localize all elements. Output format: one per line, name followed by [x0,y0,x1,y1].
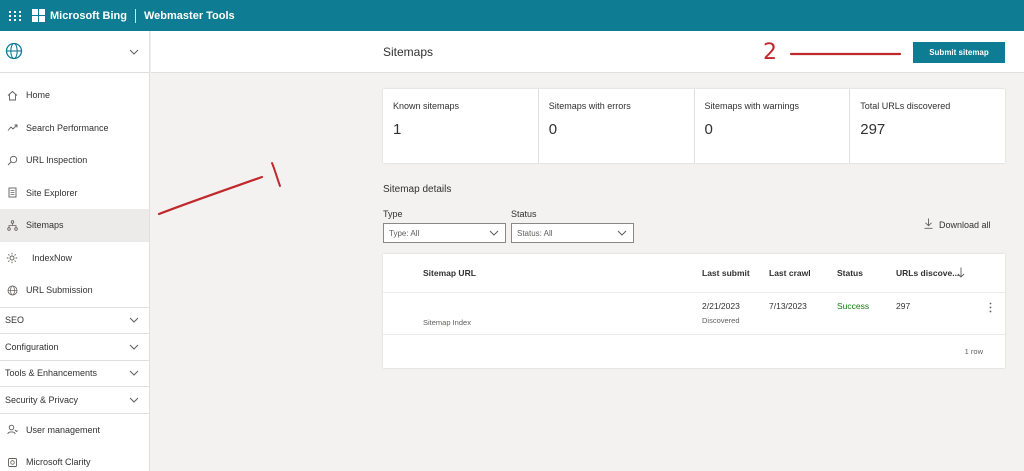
sitemap-details-title: Sitemap details [383,184,452,195]
top-bar: Microsoft Bing Webmaster Tools [0,0,1024,31]
sidebar-item-site-explorer[interactable]: Site Explorer [0,177,149,210]
sort-descending-icon[interactable] [957,267,965,280]
section-label: Configuration [5,341,59,352]
status-badge: Success [837,301,870,311]
stat-value: 297 [860,121,886,138]
status-filter-label: Status [511,209,537,219]
brand-divider [135,8,136,23]
stat-value: 0 [548,121,558,138]
more-options-icon[interactable] [989,302,992,315]
submit-sitemap-button[interactable]: Submit sitemap [913,42,1005,63]
type-filter-dropdown[interactable]: Type: All [383,223,506,243]
row-divider [383,334,1005,335]
section-label: Tools & Enhancements [5,368,98,379]
user-icon [6,424,18,436]
site-picker[interactable] [0,31,149,73]
sidebar-section-seo[interactable]: SEO [0,306,149,334]
chevron-down-icon [489,229,499,238]
section-label: Security & Privacy [5,394,79,405]
stats-panel: Known sitemaps 1 Sitemaps with errors 0 … [383,89,1005,163]
sidebar-item-search-performance[interactable]: Search Performance [0,112,149,145]
sidebar-item-label: URL Submission [26,285,93,296]
sidebar-item-label: Microsoft Clarity [26,457,91,468]
clarity-icon [6,456,18,468]
globe-icon [6,284,18,296]
sidebar-item-sitemaps[interactable]: Sitemaps [0,209,149,242]
download-icon [924,218,933,231]
type-filter-label: Type [383,209,403,219]
trend-icon [6,122,18,134]
search-icon [6,154,18,166]
stat-total-urls-discovered: Total URLs discovered 297 [850,89,1005,163]
stat-known-sitemaps: Known sitemaps 1 [383,89,539,163]
gear-icon [6,252,18,264]
stat-value: 1 [393,121,402,138]
sidebar-item-url-submission[interactable]: URL Submission [0,274,149,307]
sidebar-item-label: IndexNow [32,252,73,263]
sidebar-item-label: Search Performance [26,122,109,133]
last-submit-date: 2/21/2023 [702,301,740,311]
sidebar-item-label: User management [26,424,101,435]
stat-label: Total URLs discovered [860,101,951,111]
annotation-marker-2: 2 [763,40,777,65]
sitemap-table: Sitemap URL Last submit Last crawl Statu… [383,254,1005,368]
urls-discovered-count: 297 [896,301,911,311]
status-filter-value: Status: All [517,228,553,238]
sidebar-item-label: Site Explorer [26,187,78,198]
sidebar-item-label: URL Inspection [26,155,88,166]
column-header-last-crawl[interactable]: Last crawl [769,268,811,278]
row-divider [383,292,1005,293]
sitemap-icon [6,219,18,231]
chevron-down-icon [129,368,139,378]
sidebar-section-tools-enhancements[interactable]: Tools & Enhancements [0,359,149,387]
last-crawl-date: 7/13/2023 [769,301,807,311]
column-header-status[interactable]: Status [837,268,863,278]
submit-status: Discovered [702,316,740,325]
chevron-down-icon [129,342,139,352]
document-icon [6,187,18,199]
chevron-down-icon [617,229,627,238]
stat-label: Sitemaps with errors [548,101,631,111]
sidebar-item-user-management[interactable]: User management [0,414,149,447]
microsoft-logo-icon [32,9,45,22]
sidebar-item-indexnow[interactable]: IndexNow [0,242,149,275]
sidebar-item-label: Sitemaps [26,220,64,231]
section-label: SEO [5,315,25,326]
sidebar-item-url-inspection[interactable]: URL Inspection [0,144,149,177]
stat-label: Known sitemaps [393,101,460,111]
stat-value: 0 [704,121,713,138]
annotation-marker-1-stroke [271,162,281,187]
status-filter-dropdown[interactable]: Status: All [511,223,634,243]
app-launcher-icon[interactable] [4,0,26,31]
globe-icon [5,42,23,62]
page-title: Sitemaps [383,45,434,59]
download-all-button[interactable]: Download all [924,218,991,231]
sitemap-type: Sitemap Index [423,318,471,327]
download-all-label: Download all [939,219,991,230]
chevron-down-icon[interactable] [129,47,139,57]
chevron-down-icon [129,395,139,405]
column-header-last-submit[interactable]: Last submit [702,268,750,278]
sidebar-item-microsoft-clarity[interactable]: Microsoft Clarity [0,446,149,471]
sidebar: Home Search Performance URL Inspection S… [0,31,150,471]
column-header-urls-discovered[interactable]: URLs discove... [896,268,959,278]
sidebar-section-security-privacy[interactable]: Security & Privacy [0,386,149,413]
annotation-arrow-1 [157,175,264,216]
stat-sitemaps-with-warnings: Sitemaps with warnings 0 [695,89,851,163]
stat-sitemaps-with-errors: Sitemaps with errors 0 [539,89,695,163]
brand-name[interactable]: Microsoft Bing [50,10,127,22]
sidebar-item-home[interactable]: Home [0,79,149,112]
stat-label: Sitemaps with warnings [704,101,800,111]
product-name[interactable]: Webmaster Tools [144,10,235,22]
column-header-sitemap-url[interactable]: Sitemap URL [423,268,476,278]
sidebar-item-label: Home [26,90,51,101]
type-filter-value: Type: All [389,228,420,238]
chevron-down-icon [129,315,139,325]
page-header: Sitemaps Submit sitemap [151,31,1024,73]
sidebar-section-configuration[interactable]: Configuration [0,333,149,360]
row-count: 1 row [964,347,983,356]
home-icon [6,89,18,101]
